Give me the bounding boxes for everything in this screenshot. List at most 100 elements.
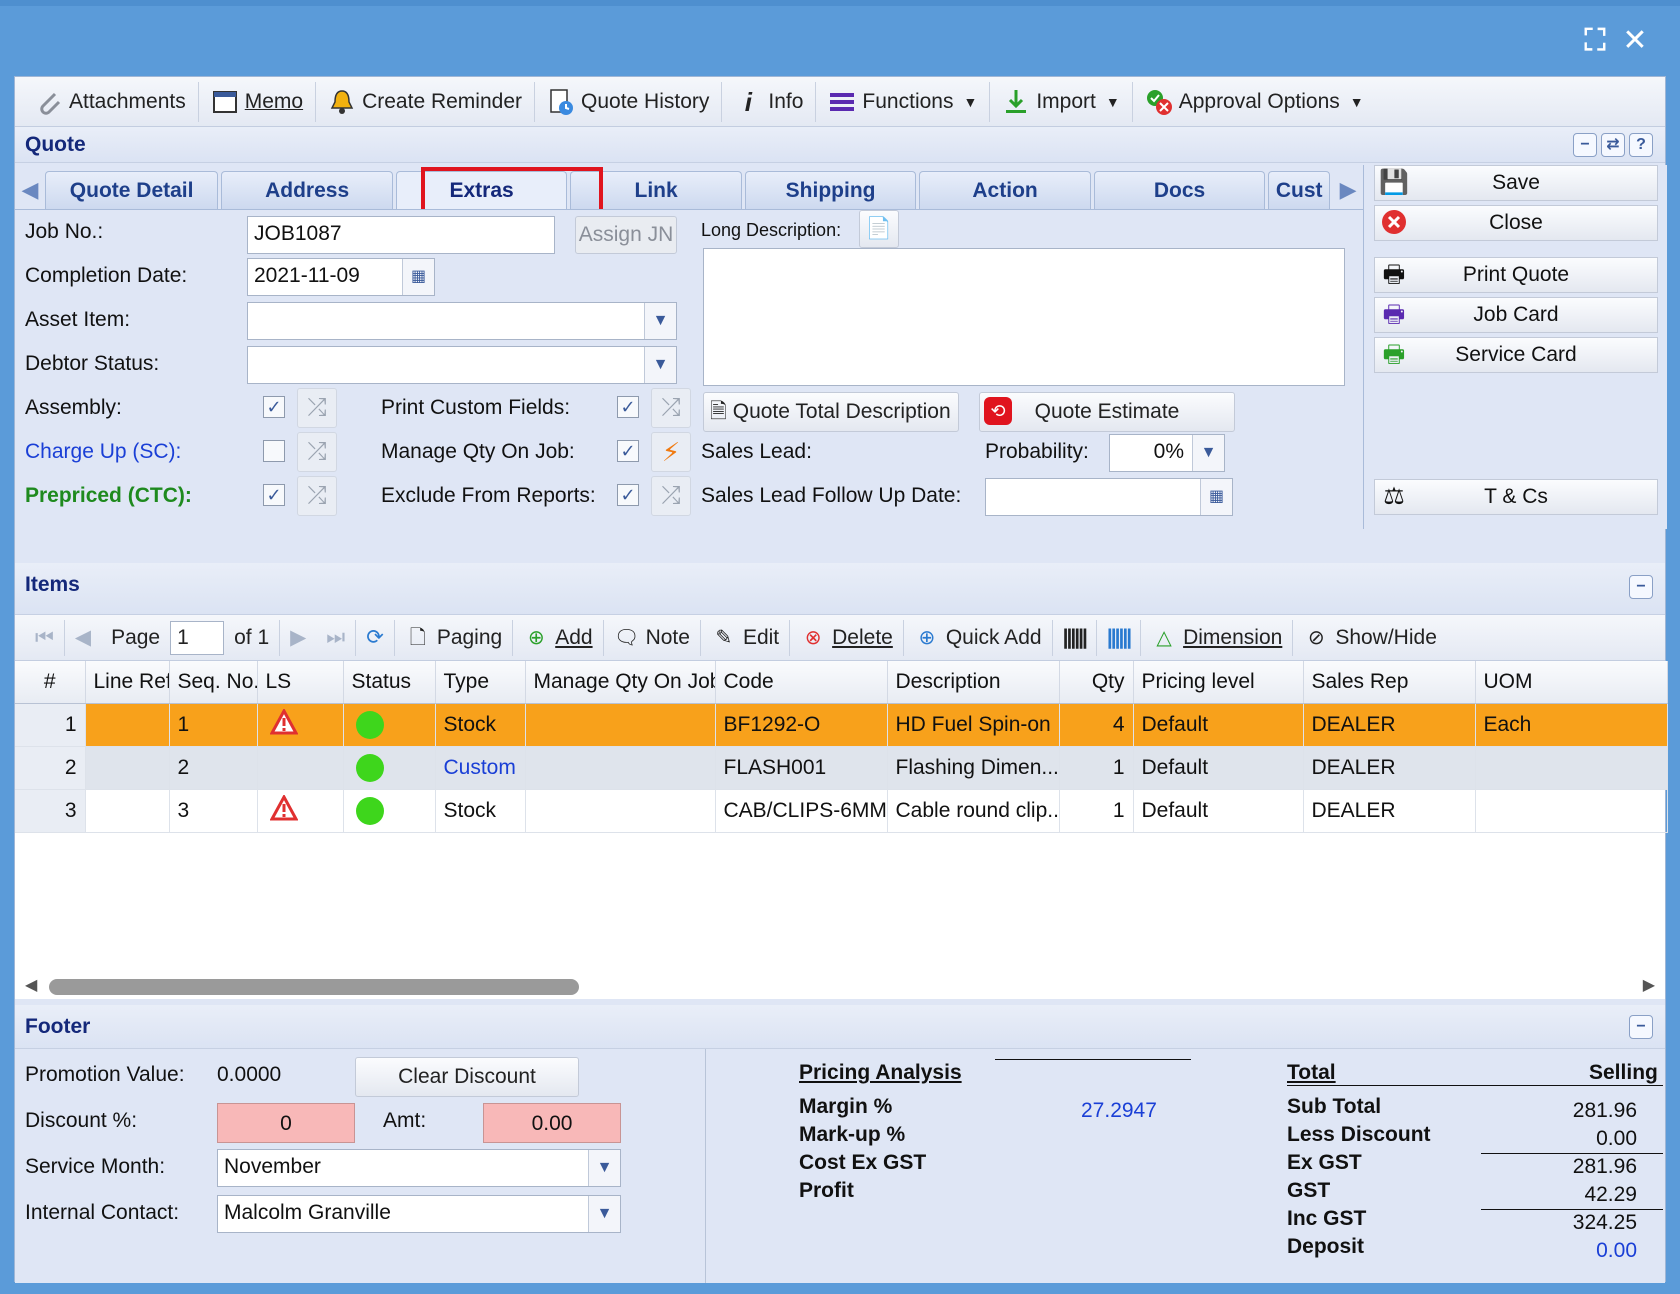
help-icon[interactable]: ? [1629, 133, 1653, 157]
prepriced-checkbox[interactable]: ✓ [263, 484, 285, 506]
qty-cell[interactable]: 1 [1059, 789, 1134, 833]
column-header[interactable]: Qty [1059, 661, 1134, 704]
sales-rep-cell[interactable]: DEALER [1303, 703, 1476, 747]
pricing-level-cell[interactable]: Default [1133, 789, 1304, 833]
code-cell[interactable]: CAB/CLIPS-6MM [715, 789, 888, 833]
column-header[interactable]: Seq. No. [169, 661, 258, 704]
line-ref-cell[interactable] [85, 789, 170, 833]
row-number[interactable]: 1 [15, 703, 86, 747]
print-quote-button[interactable]: 🖶 Print Quote [1374, 257, 1658, 293]
tab-action[interactable]: Action [919, 171, 1091, 209]
shuffle-icon[interactable]: ⤮ [297, 476, 337, 516]
tab-scroll-right-icon[interactable]: ▶ [1333, 171, 1363, 209]
tcs-button[interactable]: ⚖ T & Cs [1374, 479, 1658, 515]
seq-cell[interactable]: 2 [169, 746, 258, 790]
refresh-icon[interactable]: ⟳ [356, 619, 395, 656]
code-cell[interactable]: FLASH001 [715, 746, 888, 790]
status-cell[interactable] [343, 746, 436, 790]
charge-up-label[interactable]: Charge Up (SC): [25, 440, 181, 464]
seq-cell[interactable]: 1 [169, 703, 258, 747]
ls-cell[interactable] [257, 789, 344, 833]
description-cell[interactable]: Cable round clip... [887, 789, 1060, 833]
barcode-blue-icon[interactable]: |||||| [1097, 619, 1142, 656]
column-header[interactable]: # [15, 661, 86, 704]
close-button[interactable]: Close [1374, 205, 1658, 241]
column-header[interactable]: Type [435, 661, 526, 704]
column-header[interactable]: Pricing level [1133, 661, 1304, 704]
pricing-level-cell[interactable]: Default [1133, 703, 1304, 747]
last-page-icon[interactable]: ⏭ [316, 619, 357, 656]
print-custom-fields-checkbox[interactable]: ✓ [617, 396, 639, 418]
manage-qty-cell[interactable] [525, 746, 716, 790]
import-button[interactable]: Import ▼ [990, 81, 1133, 122]
scroll-thumb[interactable] [49, 979, 579, 995]
line-ref-cell[interactable] [85, 746, 170, 790]
discount-pct-input[interactable]: 0 [217, 1103, 355, 1143]
column-header[interactable]: UOM [1475, 661, 1668, 704]
job-card-button[interactable]: 🖶 Job Card [1374, 297, 1658, 333]
chevron-down-icon[interactable]: ▼ [644, 347, 676, 383]
refresh-icon[interactable]: ⇄ [1601, 133, 1625, 157]
manage-qty-checkbox[interactable]: ✓ [617, 440, 639, 462]
quote-total-description-button[interactable]: 🗎 Quote Total Description [703, 392, 959, 432]
page-input[interactable]: 1 [170, 620, 225, 655]
exclude-reports-checkbox[interactable]: ✓ [617, 484, 639, 506]
quote-history-button[interactable]: Quote History [535, 81, 723, 122]
seq-cell[interactable]: 3 [169, 789, 258, 833]
collapse-icon[interactable]: − [1629, 1015, 1653, 1039]
column-header[interactable]: Status [343, 661, 436, 704]
next-page-icon[interactable]: ▶ [280, 620, 316, 656]
type-cell[interactable]: Stock [435, 703, 526, 747]
column-header[interactable]: Description [887, 661, 1060, 704]
uom-cell[interactable]: Each [1475, 703, 1668, 747]
tab-scroll-left-icon[interactable]: ◀ [15, 171, 45, 209]
description-cell[interactable]: HD Fuel Spin-on [887, 703, 1060, 747]
quick-add-button[interactable]: ⊕ Quick Add [904, 619, 1053, 656]
line-ref-cell[interactable] [85, 703, 170, 747]
internal-contact-select[interactable]: Malcolm Granville ▼ [217, 1195, 621, 1233]
uom-cell[interactable] [1475, 789, 1668, 833]
qty-cell[interactable]: 1 [1059, 746, 1134, 790]
maximize-icon[interactable]: ⛶ [1578, 24, 1612, 58]
shuffle-icon[interactable]: ⤮ [651, 388, 691, 428]
calendar-icon[interactable]: ▦ [402, 259, 434, 295]
column-header[interactable]: Sales Rep [1303, 661, 1476, 704]
tab-docs[interactable]: Docs [1093, 171, 1266, 209]
manage-qty-cell[interactable] [525, 789, 716, 833]
column-header[interactable]: LS [257, 661, 344, 704]
note-button[interactable]: 🗨 Note [604, 619, 701, 656]
show-hide-button[interactable]: ⊘ Show/Hide [1293, 620, 1447, 656]
functions-button[interactable]: Functions ▼ [816, 81, 991, 122]
service-card-button[interactable]: 🖶 Service Card [1374, 337, 1658, 373]
tab-shipping[interactable]: Shipping [744, 171, 917, 209]
column-header[interactable]: Line Ref. [85, 661, 170, 704]
prepriced-label[interactable]: Prepriced (CTC): [25, 484, 192, 508]
amt-input[interactable]: 0.00 [483, 1103, 621, 1143]
sales-lead-followup-input[interactable]: ▦ [985, 478, 1233, 516]
uom-cell[interactable] [1475, 746, 1668, 790]
debtor-status-select[interactable]: ▼ [247, 346, 677, 384]
horizontal-scrollbar[interactable]: ◀ ▶ [15, 973, 1665, 999]
paging-button[interactable]: 🗋 Paging [395, 619, 514, 656]
collapse-icon[interactable]: − [1573, 133, 1597, 157]
prev-page-icon[interactable]: ◀ [65, 620, 101, 656]
dimension-button[interactable]: △ Dimension [1141, 619, 1294, 656]
description-cell[interactable]: Flashing Dimen... [887, 746, 1060, 790]
attachments-button[interactable]: Attachments [23, 81, 199, 122]
scroll-right-icon[interactable]: ▶ [1643, 975, 1655, 995]
status-cell[interactable] [343, 703, 436, 747]
completion-date-input[interactable]: 2021-11-09 ▦ [247, 258, 435, 296]
table-row[interactable]: 2 2 Custom FLASH001 Flashing Dimen... 1 Defaul… [15, 746, 1668, 790]
save-button[interactable]: 💾 Save [1374, 165, 1658, 201]
status-cell[interactable] [343, 789, 436, 833]
info-button[interactable]: i Info [722, 81, 817, 122]
charge-up-checkbox[interactable] [263, 440, 285, 462]
add-button[interactable]: ⊕ Add [513, 619, 604, 656]
column-header[interactable]: Manage Qty On Job [525, 661, 716, 704]
shuffle-icon[interactable]: ⤮ [297, 432, 337, 472]
shuffle-icon[interactable]: ⤮ [297, 388, 337, 428]
calendar-icon[interactable]: ▦ [1200, 479, 1232, 515]
asset-item-select[interactable]: ▼ [247, 302, 677, 340]
approval-options-button[interactable]: Approval Options ▼ [1133, 82, 1376, 122]
ls-cell[interactable] [257, 703, 344, 747]
